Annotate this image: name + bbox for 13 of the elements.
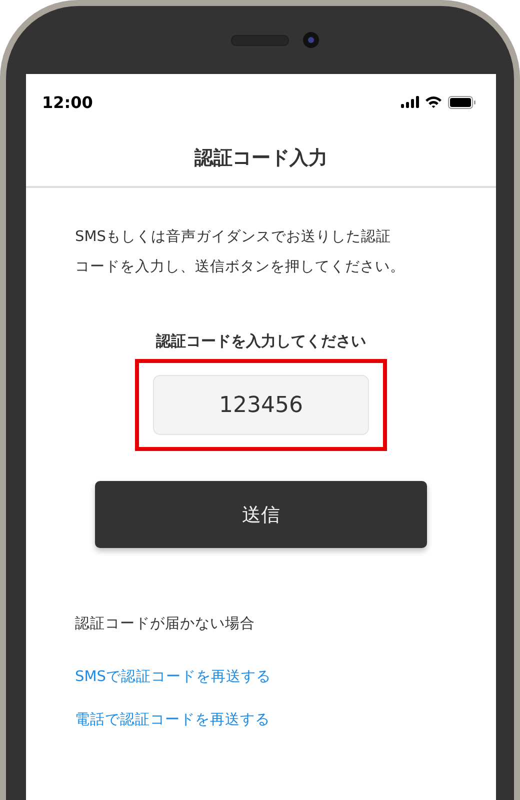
help-heading: 認証コードが届かない場合 [75, 615, 256, 633]
resend-link[interactable]: SMSで認証コードを再送する [75, 667, 476, 686]
code-input[interactable]: 123456 [153, 375, 369, 435]
signal-icon [401, 96, 419, 108]
instructions-text: SMSもしくは音声ガイダンスでお送りした認証 コードを入力し、送信ボタンを押してください。 [75, 228, 406, 277]
page-title: 認証コード入力 [194, 146, 328, 171]
battery-icon [448, 96, 476, 108]
code-label: 認証コードを入力してください [156, 332, 366, 351]
camera-icon [303, 32, 319, 48]
wifi-icon [425, 96, 442, 108]
resend-link[interactable]: 電話で認証コードを再送する [75, 710, 476, 729]
submit-button[interactable]: 送信 [95, 481, 427, 548]
status-time: 12:00 [42, 92, 93, 112]
